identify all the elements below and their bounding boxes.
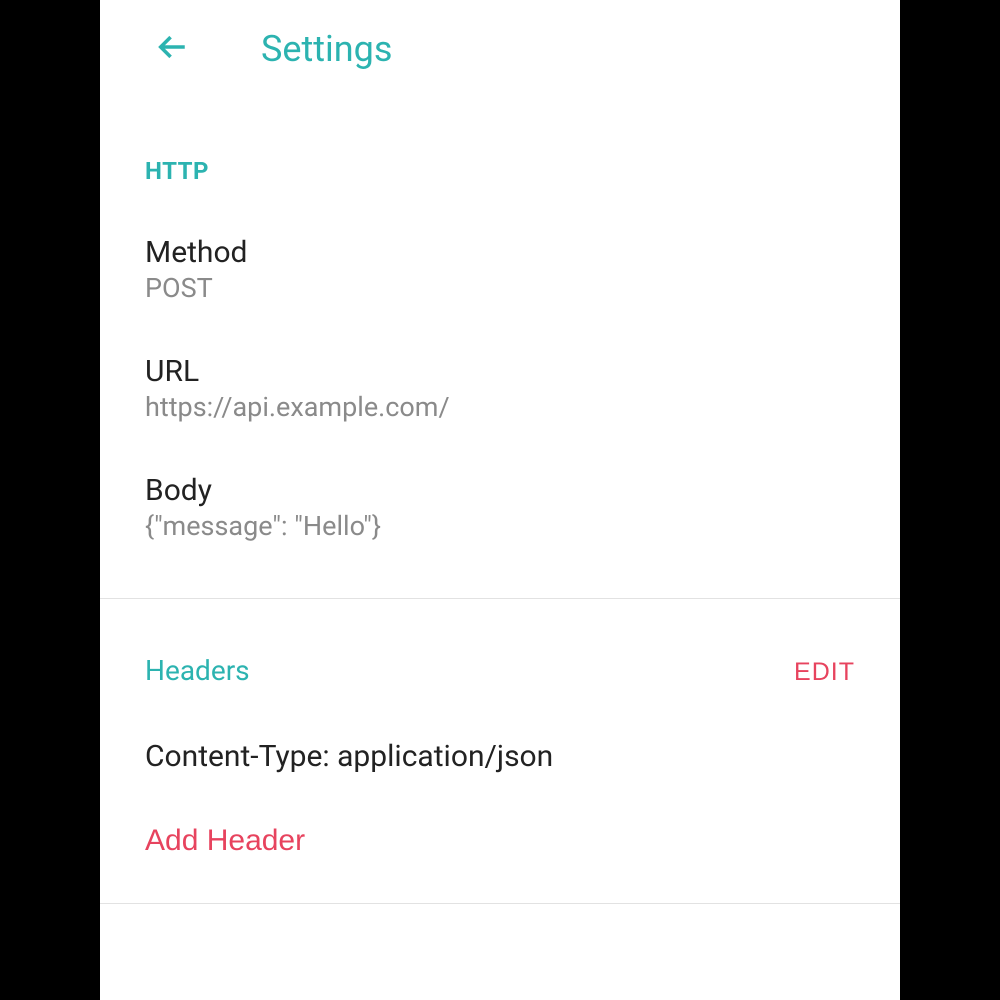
header-bar: Settings [100,0,900,92]
page-title: Settings [261,28,392,70]
body-row[interactable]: Body {"message": "Hello"} [145,423,855,542]
headers-top-row: Headers EDIT [145,654,855,687]
app-container: Settings HTTP Method POST URL https://ap… [100,0,900,1000]
divider [100,903,900,904]
url-value: https://api.example.com/ [145,391,855,423]
headers-section-heading: Headers [145,654,250,687]
url-label: URL [145,354,855,389]
header-item[interactable]: Content-Type: application/json [145,687,855,774]
body-label: Body [145,473,855,508]
method-label: Method [145,235,855,270]
http-section-heading: HTTP [145,157,855,185]
back-arrow-icon[interactable] [155,30,189,68]
method-value: POST [145,272,855,304]
edit-headers-button[interactable]: EDIT [794,658,855,687]
body-value: {"message": "Hello"} [145,510,855,542]
url-row[interactable]: URL https://api.example.com/ [145,304,855,423]
section-headers: Headers EDIT Content-Type: application/j… [100,599,900,858]
method-row[interactable]: Method POST [145,185,855,304]
add-header-button[interactable]: Add Header [145,774,305,858]
section-http: HTTP Method POST URL https://api.example… [100,92,900,542]
